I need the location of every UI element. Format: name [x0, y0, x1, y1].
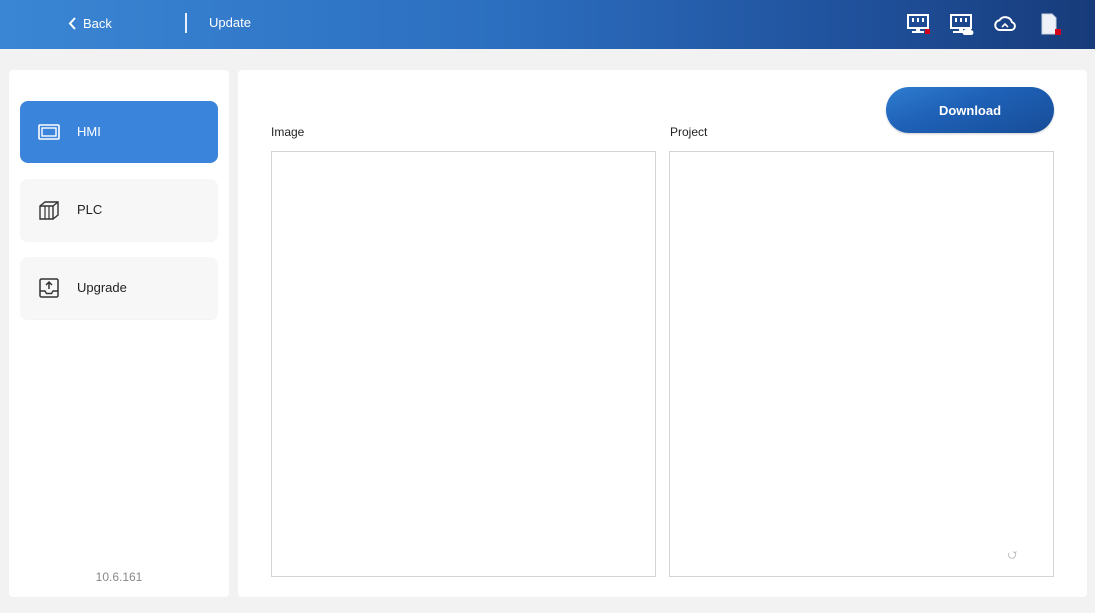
version-label: 10.6.161 [95, 570, 143, 584]
sidebar-item-label: HMI [77, 124, 101, 139]
chevron-left-icon [68, 16, 76, 30]
sidebar-item-label: Upgrade [77, 280, 127, 295]
back-label: Back [83, 15, 112, 31]
network-port-alert-icon[interactable] [905, 12, 931, 36]
sidebar-item-upgrade[interactable]: Upgrade [20, 257, 218, 319]
box-icon [39, 201, 59, 220]
cloud-icon[interactable] [992, 12, 1018, 36]
main-content: Download Image Project [238, 70, 1087, 597]
project-list[interactable] [669, 151, 1054, 577]
loading-icon [1008, 551, 1017, 559]
network-cloud-icon[interactable] [948, 12, 974, 36]
sidebar-item-label: PLC [77, 202, 103, 217]
header-divider [185, 13, 187, 33]
download-button[interactable]: Download [886, 87, 1054, 133]
back-button[interactable]: Back [68, 0, 112, 46]
upload-tray-icon [39, 278, 59, 298]
monitor-icon [38, 124, 60, 140]
image-label: Image [271, 125, 305, 139]
project-label: Project [670, 125, 708, 139]
sidebar-item-hmi[interactable]: HMI [20, 101, 218, 163]
sidebar-item-plc[interactable]: PLC [20, 179, 218, 241]
sidebar: HMI PLC Upgrade 10.6.161 [9, 70, 229, 597]
page-title: Update [209, 15, 251, 30]
sd-card-alert-icon[interactable] [1036, 12, 1062, 36]
top-bar: Back Update [0, 0, 1095, 49]
image-list[interactable] [271, 151, 656, 577]
